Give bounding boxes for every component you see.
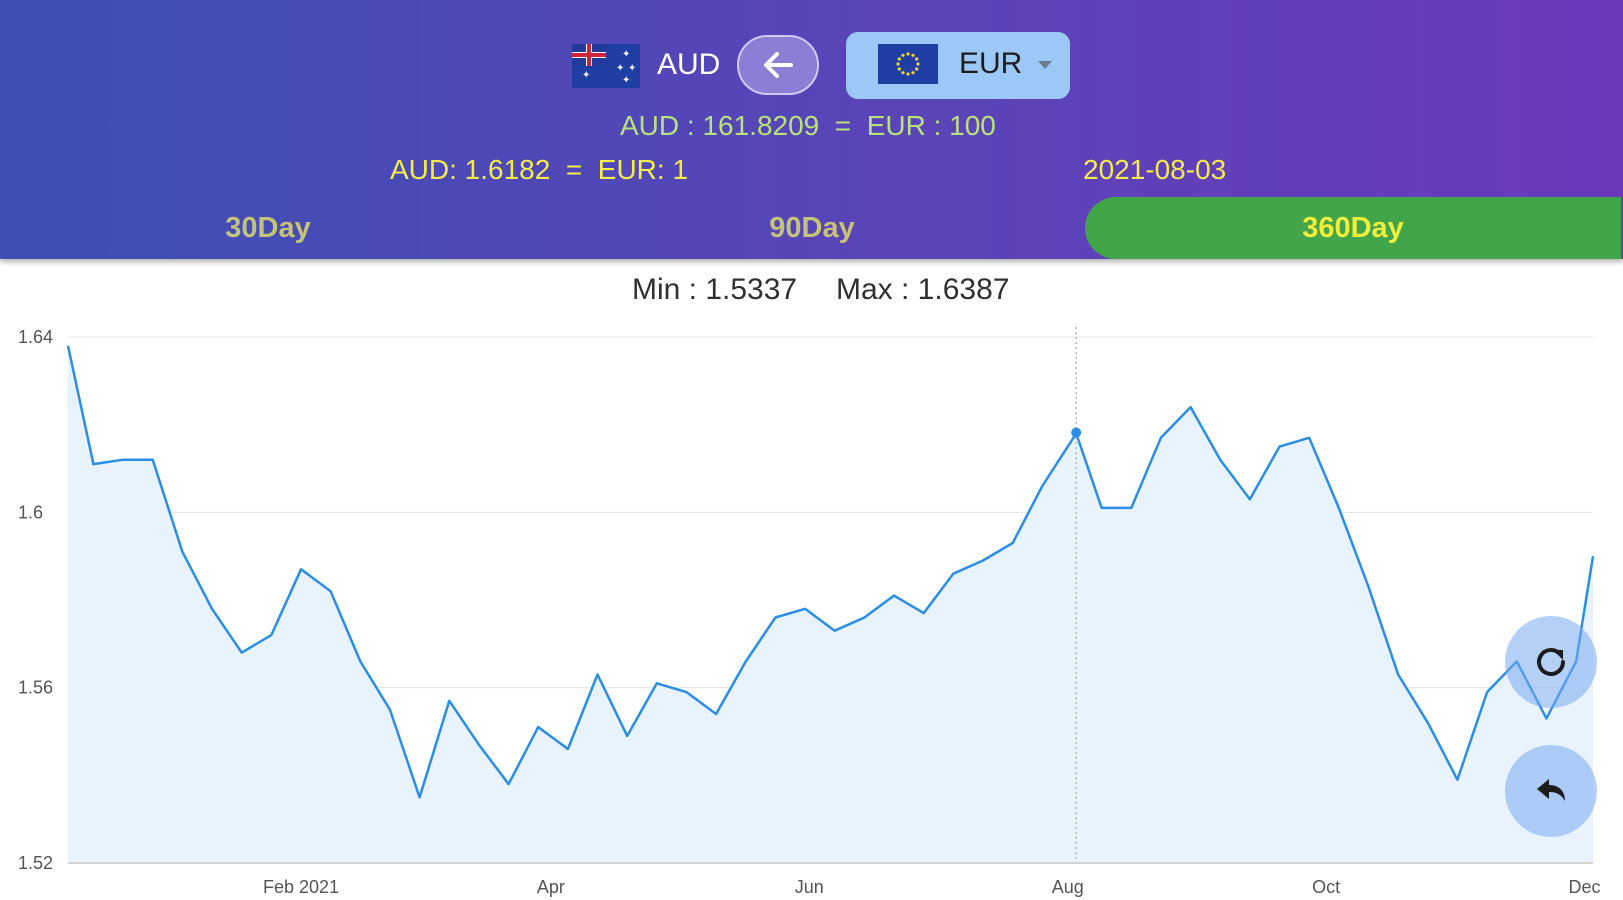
swap-button[interactable] xyxy=(737,35,819,95)
refresh-button[interactable] xyxy=(1505,616,1597,708)
rate-chart[interactable]: 1.64 1.6 1.56 1.52 Feb 2021 Apr Jun Aug Oct Dec xyxy=(0,315,1623,900)
tab-90day[interactable]: 90Day xyxy=(544,197,1080,259)
chart-area-fill xyxy=(68,345,1593,863)
reply-icon xyxy=(1537,779,1565,801)
rate-per-100: AUD : 161.8209 = EUR : 100 xyxy=(620,110,996,141)
back-button[interactable] xyxy=(1505,745,1597,837)
x-tick-label: Apr xyxy=(537,877,565,897)
highlight-point[interactable] xyxy=(1071,427,1082,438)
to-currency-code: EUR xyxy=(959,47,1023,80)
selected-date: 2021-08-03 xyxy=(1083,154,1227,185)
tab-360day[interactable]: 360Day xyxy=(1085,197,1621,259)
tab-30day[interactable]: 30Day xyxy=(0,197,536,259)
refresh-icon xyxy=(1537,648,1565,676)
header-bar: ✦ ✦ ✦ ✦ ✦ AUD EUR AUD : 161.8209 = EUR :… xyxy=(0,0,1623,259)
max-value: Max : 1.6387 xyxy=(836,273,1010,306)
x-tick-label: Oct xyxy=(1312,877,1340,897)
x-tick-label: Dec xyxy=(1569,877,1601,897)
australia-flag-icon: ✦ ✦ ✦ ✦ ✦ xyxy=(572,44,640,88)
y-tick-label: 1.52 xyxy=(18,853,53,873)
to-currency-select[interactable]: EUR xyxy=(846,32,1070,99)
y-tick-label: 1.64 xyxy=(18,327,53,347)
arrow-left-icon xyxy=(764,52,793,78)
min-value: Min : 1.5337 xyxy=(632,273,798,306)
chevron-down-icon xyxy=(1038,61,1052,69)
eu-flag-icon xyxy=(878,44,938,84)
y-tick-label: 1.56 xyxy=(18,678,53,698)
x-tick-label: Aug xyxy=(1052,877,1084,897)
x-tick-label: Feb 2021 xyxy=(263,877,339,897)
y-tick-label: 1.6 xyxy=(18,502,43,522)
x-tick-label: Jun xyxy=(795,877,824,897)
rate-per-1: AUD: 1.6182 = EUR: 1 xyxy=(390,154,689,185)
from-currency-code: AUD xyxy=(657,48,721,81)
